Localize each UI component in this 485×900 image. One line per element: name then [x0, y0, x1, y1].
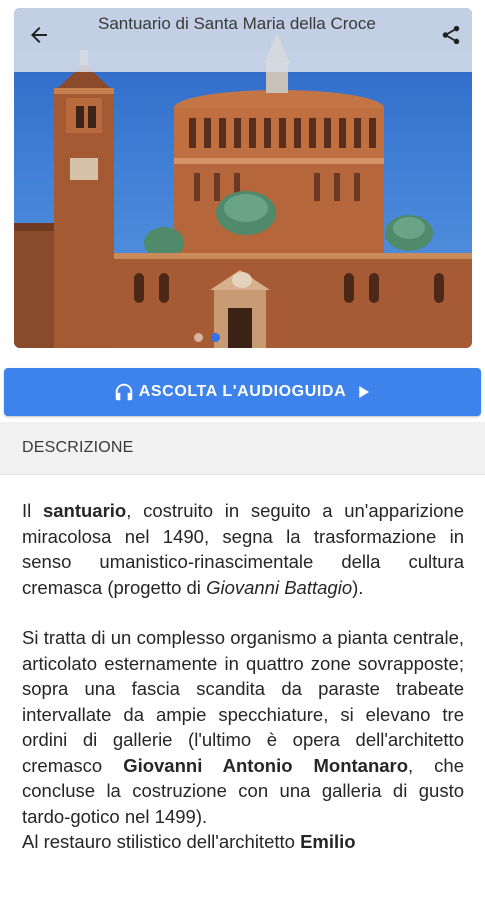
back-button[interactable] [24, 20, 54, 50]
share-button[interactable] [436, 20, 466, 50]
text-run: Il [22, 500, 43, 521]
description-section-header: DESCRIZIONE [0, 422, 485, 475]
top-app-bar: Santuario di Santa Maria della Croce [14, 8, 472, 72]
headphones-icon [115, 383, 132, 401]
text-run: Si tratta di un complesso organismo a pi… [22, 627, 464, 776]
italic-run: Giovanni Battagio [206, 576, 353, 598]
bold-run: Emilio [300, 831, 356, 852]
hero-image-carousel[interactable]: Santuario di Santa Maria della Croce [14, 8, 472, 348]
share-icon [442, 25, 460, 45]
text-run: ). [352, 576, 364, 598]
bold-run: santuario [42, 500, 127, 521]
arrow-back-icon [31, 27, 47, 43]
play-icon [359, 386, 370, 398]
description-text: Il santuario, costruito in seguito a un'… [22, 498, 464, 880]
description-paragraph-1: Il santuario, costruito in seguito a un'… [22, 498, 464, 600]
page-title: Santuario di Santa Maria della Croce [98, 14, 376, 33]
bold-run: Giovanni Antonio Montanaro [123, 754, 409, 776]
text-run: Al restauro stilistico dell'architetto [22, 831, 301, 852]
carousel-dot[interactable] [194, 333, 203, 342]
carousel-dot-active[interactable] [211, 333, 220, 342]
audio-guide-button[interactable]: ASCOLTA L'AUDIOGUIDA [4, 368, 481, 416]
carousel-indicator [194, 333, 220, 342]
audio-guide-label: ASCOLTA L'AUDIOGUIDA [138, 383, 347, 400]
description-paragraph-2: Si tratta di un complesso organismo a pi… [22, 625, 464, 829]
description-paragraph-3: Al restauro stilistico dell'architetto E… [22, 829, 464, 855]
section-title: DESCRIZIONE [22, 439, 134, 456]
